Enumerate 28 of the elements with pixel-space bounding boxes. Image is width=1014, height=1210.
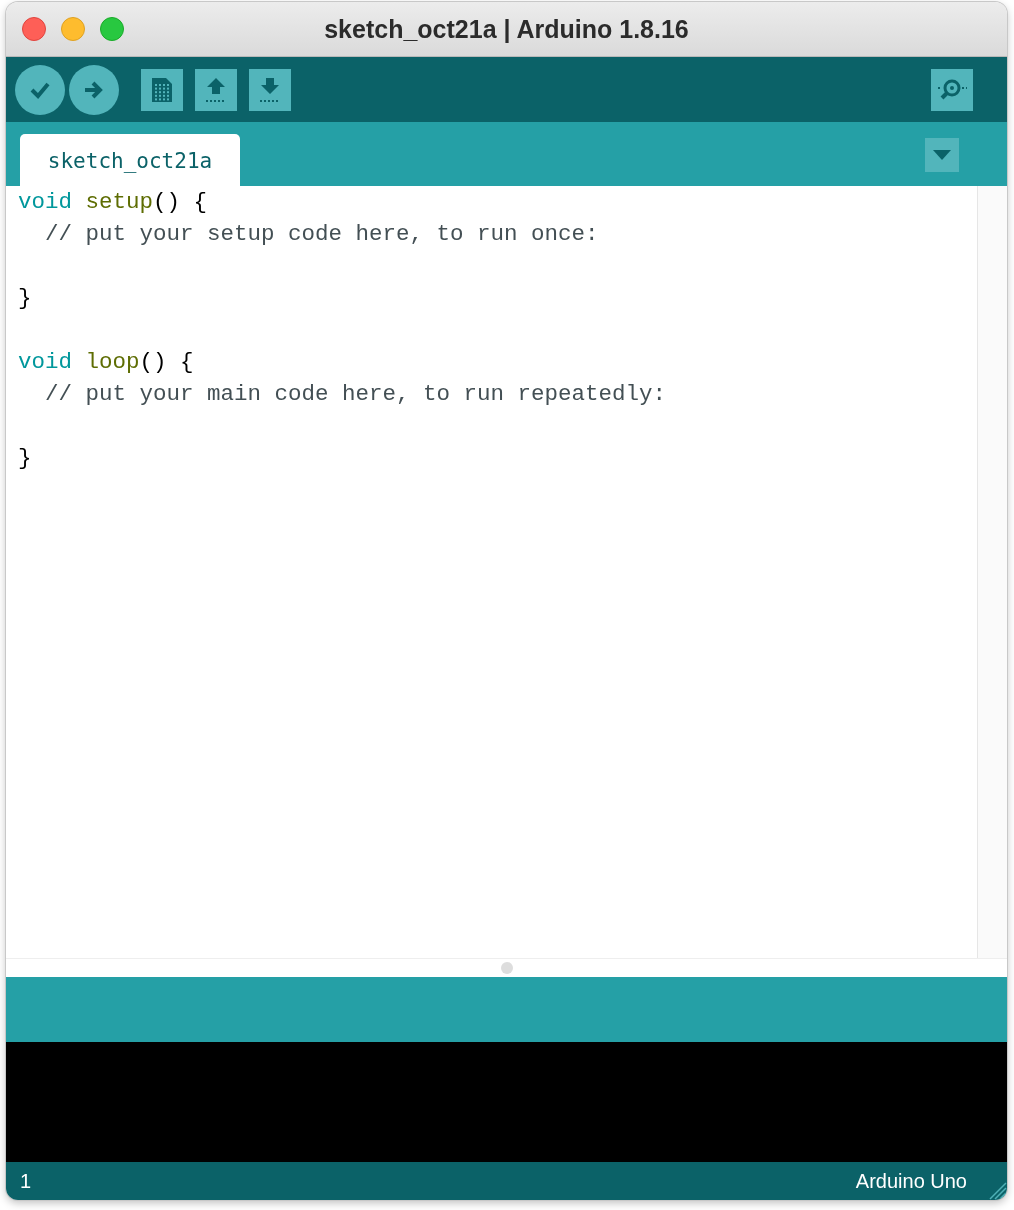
board-name: Arduino Uno	[855, 1169, 967, 1193]
function-name: setup	[84, 189, 154, 215]
tab-menu-button[interactable]	[925, 138, 959, 172]
keyword: void	[18, 349, 72, 375]
code-comment: // put your setup code here, to run once:	[44, 221, 599, 247]
save-button[interactable]	[249, 68, 291, 111]
code-text: () {	[153, 189, 208, 215]
code-text: () {	[139, 349, 194, 375]
window-title: sketch_oct21a | Arduino 1.8.16	[324, 14, 689, 44]
upload-button[interactable]	[69, 64, 119, 115]
splitter-handle[interactable]	[500, 962, 513, 974]
code-text: }	[18, 285, 32, 311]
new-button[interactable]	[141, 68, 183, 111]
line-number: 1	[20, 1169, 32, 1193]
file-tab[interactable]: sketch_oct21a	[20, 134, 240, 186]
serial-monitor-button[interactable]	[931, 68, 973, 111]
zoom-button[interactable]	[100, 17, 124, 41]
caret-down-icon	[933, 150, 951, 160]
open-button[interactable]	[195, 68, 237, 111]
close-button[interactable]	[22, 17, 46, 41]
code-editor[interactable]: void setup() { // put your setup code here, to run once: } void loop() { // put your main code here, to run repeatedly: }	[6, 186, 1007, 958]
verify-button[interactable]	[15, 64, 65, 115]
code-text: }	[18, 445, 32, 471]
document-icon	[150, 75, 174, 104]
code-comment: // put your main code here, to run repeatedly:	[44, 381, 667, 407]
function-name: loop	[84, 349, 140, 375]
minimize-button[interactable]	[61, 17, 85, 41]
keyword: void	[18, 189, 72, 215]
